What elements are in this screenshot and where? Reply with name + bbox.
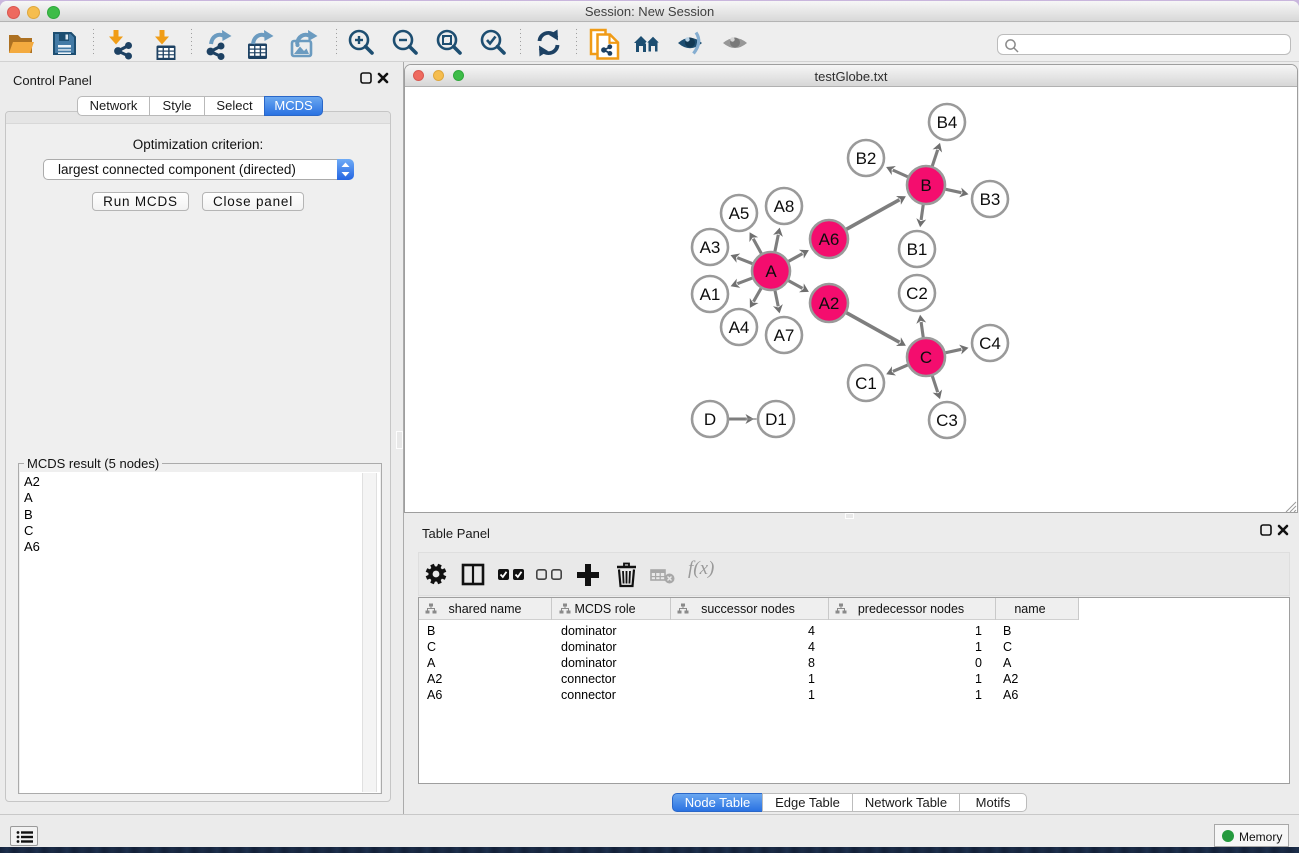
svg-text:C2: C2 — [906, 284, 928, 303]
svg-text:A: A — [765, 262, 777, 281]
svg-text:B2: B2 — [856, 149, 877, 168]
svg-text:A6: A6 — [819, 230, 840, 249]
svg-text:A2: A2 — [819, 294, 840, 313]
svg-text:B: B — [920, 176, 931, 195]
svg-text:A7: A7 — [774, 326, 795, 345]
svg-text:C3: C3 — [936, 411, 958, 430]
svg-text:B1: B1 — [907, 240, 928, 259]
svg-text:A4: A4 — [729, 318, 750, 337]
svg-text:C: C — [920, 348, 932, 367]
svg-text:B3: B3 — [980, 190, 1001, 209]
svg-text:A3: A3 — [700, 238, 721, 257]
svg-text:C4: C4 — [979, 334, 1001, 353]
svg-text:B4: B4 — [937, 113, 958, 132]
svg-text:C1: C1 — [855, 374, 877, 393]
svg-text:A5: A5 — [729, 204, 750, 223]
svg-text:A1: A1 — [700, 285, 721, 304]
svg-text:D1: D1 — [765, 410, 787, 429]
svg-text:A8: A8 — [774, 197, 795, 216]
svg-text:D: D — [704, 410, 716, 429]
